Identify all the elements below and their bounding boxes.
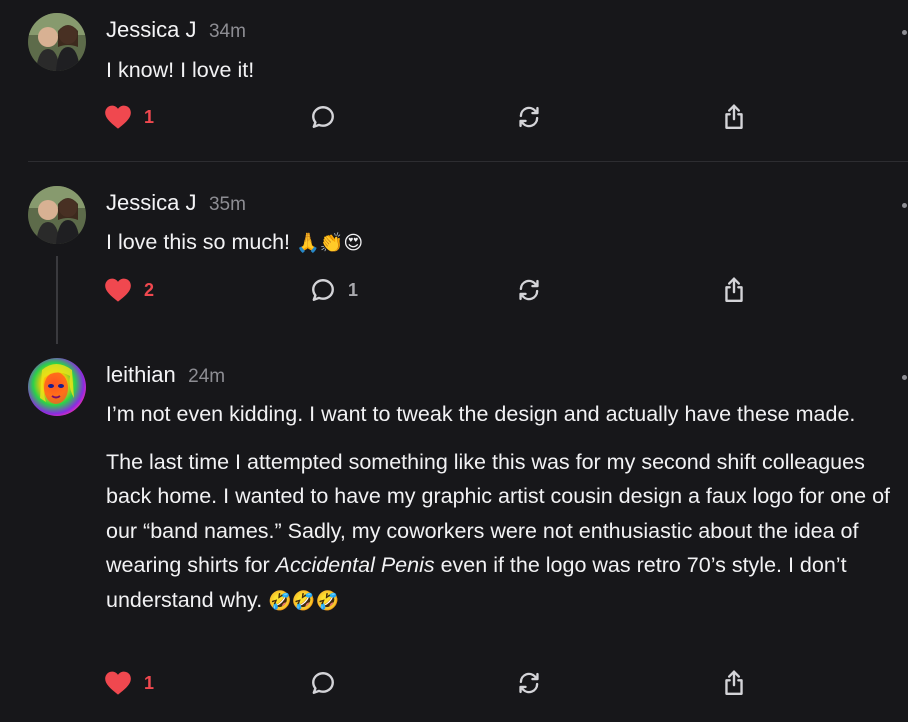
more-options-icon[interactable]: [902, 30, 907, 35]
post-paragraph: The last time I attempted something like…: [106, 449, 891, 612]
post: Jessica J 35m I love this so much! 🙏👏😍 2…: [0, 162, 908, 344]
like-count: 1: [144, 672, 155, 693]
repost-icon: [516, 277, 542, 303]
like-button[interactable]: 1: [104, 668, 154, 698]
like-button[interactable]: 2: [104, 275, 154, 305]
like-count: 2: [144, 279, 155, 300]
author-name[interactable]: leithian: [106, 362, 176, 387]
author-avatar[interactable]: [28, 358, 86, 416]
heart-icon: [104, 670, 132, 696]
heart-icon: [104, 104, 132, 130]
reply-button[interactable]: 1: [310, 275, 358, 305]
share-icon: [721, 669, 747, 697]
emoji-text: 🤣🤣🤣: [268, 589, 340, 612]
share-icon: [721, 276, 747, 304]
reply-button[interactable]: [310, 668, 336, 698]
author-avatar[interactable]: [28, 186, 86, 244]
more-options-icon[interactable]: [902, 375, 907, 380]
repost-button[interactable]: [516, 668, 542, 698]
post-actions: 1: [104, 668, 764, 698]
comment-icon: [310, 670, 336, 696]
post-paragraph: I’m not even kidding. I want to tweak th…: [106, 402, 856, 426]
share-button[interactable]: [721, 102, 747, 132]
repost-icon: [516, 104, 542, 130]
post-text: I know! I love it!: [106, 58, 255, 82]
post-timestamp[interactable]: 35m: [209, 194, 246, 215]
like-count: 1: [144, 106, 155, 127]
comment-icon: [310, 277, 336, 303]
comment-icon: [310, 104, 336, 130]
author-name[interactable]: Jessica J: [106, 190, 196, 215]
thread-line: [56, 256, 58, 344]
post-actions: 1: [104, 102, 764, 132]
repost-button[interactable]: [516, 275, 542, 305]
post: leithian 24m I’m not even kidding. I wan…: [0, 342, 908, 722]
heart-icon: [104, 277, 132, 303]
author-name[interactable]: Jessica J: [106, 17, 196, 42]
post-body: I’m not even kidding. I want to tweak th…: [106, 397, 902, 618]
post-actions: 2 1: [104, 275, 764, 305]
repost-icon: [516, 670, 542, 696]
reply-count: 1: [348, 279, 359, 300]
post-text: I love this so much!: [106, 230, 291, 254]
post: Jessica J 34m I know! I love it! 1: [0, 0, 908, 162]
more-options-icon[interactable]: [902, 203, 907, 208]
italic-title: Accidental Penis: [275, 553, 435, 577]
author-avatar[interactable]: [28, 13, 86, 71]
like-button[interactable]: 1: [104, 102, 154, 132]
share-button[interactable]: [721, 668, 747, 698]
post-timestamp[interactable]: 24m: [188, 366, 225, 387]
share-button[interactable]: [721, 275, 747, 305]
reply-button[interactable]: [310, 102, 336, 132]
post-body: I know! I love it!: [106, 53, 902, 88]
post-body: I love this so much! 🙏👏😍: [106, 225, 902, 261]
post-timestamp[interactable]: 34m: [209, 21, 246, 42]
share-icon: [721, 103, 747, 131]
repost-button[interactable]: [516, 102, 542, 132]
emoji-text: 🙏👏😍: [296, 232, 364, 254]
